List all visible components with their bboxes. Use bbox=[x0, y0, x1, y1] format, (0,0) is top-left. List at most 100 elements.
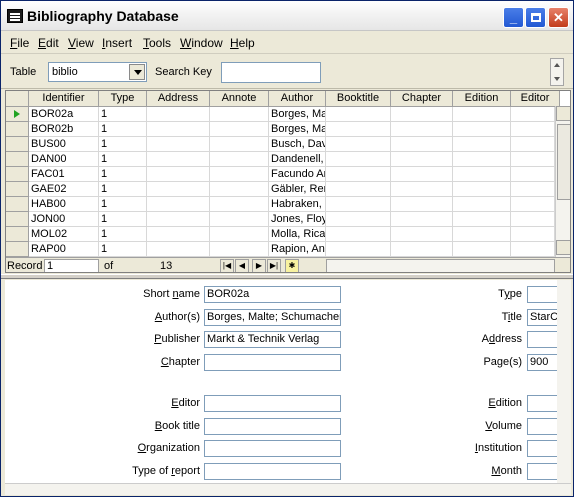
cell-author[interactable]: Habraken, bbox=[269, 197, 326, 212]
cell-chapter[interactable] bbox=[391, 137, 453, 152]
cell-identifier[interactable]: GAE02 bbox=[29, 182, 99, 197]
cell-author[interactable]: Dandenell, bbox=[269, 152, 326, 167]
cell-edition[interactable] bbox=[453, 122, 511, 137]
cell-address[interactable] bbox=[147, 227, 210, 242]
cell-editor[interactable] bbox=[511, 227, 555, 242]
field-left2-input-2[interactable] bbox=[204, 440, 341, 457]
cell-annote[interactable] bbox=[210, 242, 269, 257]
menu-edit[interactable]: Edit bbox=[38, 36, 59, 50]
cell-edition[interactable] bbox=[453, 167, 511, 182]
scroll-down-button[interactable] bbox=[556, 240, 570, 255]
cell-edition[interactable] bbox=[453, 197, 511, 212]
cell-chapter[interactable] bbox=[391, 242, 453, 257]
cell-editor[interactable] bbox=[511, 182, 555, 197]
cell-booktitle[interactable] bbox=[326, 227, 391, 242]
column-header-identifier[interactable]: Identifier bbox=[29, 91, 99, 107]
cell-type[interactable]: 1 bbox=[99, 242, 147, 257]
scroll-up-button[interactable] bbox=[556, 106, 570, 121]
grid-vertical-scrollbar[interactable] bbox=[555, 106, 570, 257]
field-left-input-1[interactable]: Borges, Malte; Schumacher, Jörg bbox=[204, 308, 341, 326]
table-select[interactable]: biblio bbox=[48, 62, 147, 82]
first-record-button[interactable]: |◀ bbox=[220, 259, 234, 272]
cell-edition[interactable] bbox=[453, 182, 511, 197]
cell-editor[interactable] bbox=[511, 167, 555, 182]
cell-address[interactable] bbox=[147, 122, 210, 137]
cell-identifier[interactable]: BUS00 bbox=[29, 137, 99, 152]
cell-type[interactable]: 1 bbox=[99, 167, 147, 182]
cell-chapter[interactable] bbox=[391, 122, 453, 137]
column-header-type[interactable]: Type bbox=[99, 91, 147, 107]
cell-annote[interactable] bbox=[210, 152, 269, 167]
cell-chapter[interactable] bbox=[391, 227, 453, 242]
cell-chapter[interactable] bbox=[391, 167, 453, 182]
cell-editor[interactable] bbox=[511, 197, 555, 212]
new-record-button[interactable]: ✱ bbox=[285, 259, 299, 272]
cell-type[interactable]: 1 bbox=[99, 152, 147, 167]
cell-editor[interactable] bbox=[511, 137, 555, 152]
cell-address[interactable] bbox=[147, 242, 210, 257]
cell-chapter[interactable] bbox=[391, 182, 453, 197]
cell-booktitle[interactable] bbox=[326, 167, 391, 182]
cell-address[interactable] bbox=[147, 152, 210, 167]
cell-author[interactable]: Busch, Dav bbox=[269, 137, 326, 152]
cell-annote[interactable] bbox=[210, 122, 269, 137]
menu-file[interactable]: File bbox=[10, 36, 29, 50]
cell-type[interactable]: 1 bbox=[99, 137, 147, 152]
cell-annote[interactable] bbox=[210, 227, 269, 242]
cell-chapter[interactable] bbox=[391, 197, 453, 212]
cell-editor[interactable] bbox=[511, 212, 555, 227]
cell-identifier[interactable]: RAP00 bbox=[29, 242, 99, 257]
cell-edition[interactable] bbox=[453, 242, 511, 257]
cell-annote[interactable] bbox=[210, 197, 269, 212]
cell-identifier[interactable]: BOR02a bbox=[29, 107, 99, 122]
cell-author[interactable]: Rapion, An bbox=[269, 242, 326, 257]
cell-edition[interactable] bbox=[453, 152, 511, 167]
cell-identifier[interactable]: HAB00 bbox=[29, 197, 99, 212]
row-selector[interactable] bbox=[6, 182, 29, 197]
cell-chapter[interactable] bbox=[391, 152, 453, 167]
cell-booktitle[interactable] bbox=[326, 107, 391, 122]
cell-identifier[interactable]: FAC01 bbox=[29, 167, 99, 182]
column-header-editor[interactable]: Editor bbox=[511, 91, 560, 107]
column-header-annote[interactable]: Annote bbox=[210, 91, 269, 107]
menu-help[interactable]: Help bbox=[230, 36, 255, 50]
cell-chapter[interactable] bbox=[391, 212, 453, 227]
cell-type[interactable]: 1 bbox=[99, 212, 147, 227]
cell-author[interactable]: Facundo Ar bbox=[269, 167, 326, 182]
column-header-edition[interactable]: Edition bbox=[453, 91, 511, 107]
cell-annote[interactable] bbox=[210, 212, 269, 227]
cell-edition[interactable] bbox=[453, 137, 511, 152]
cell-annote[interactable] bbox=[210, 167, 269, 182]
column-header-booktitle[interactable]: Booktitle bbox=[326, 91, 391, 107]
cell-editor[interactable] bbox=[511, 242, 555, 257]
row-selector[interactable] bbox=[6, 197, 29, 212]
last-record-button[interactable]: ▶| bbox=[267, 259, 281, 272]
minimize-button[interactable]: _ bbox=[503, 7, 524, 28]
cell-address[interactable] bbox=[147, 197, 210, 212]
field-left2-input-3[interactable] bbox=[204, 462, 341, 480]
column-header-address[interactable]: Address bbox=[147, 91, 210, 107]
field-left-input-3[interactable] bbox=[204, 353, 341, 371]
cell-identifier[interactable]: JON00 bbox=[29, 212, 99, 227]
grid-horizontal-scrollbar[interactable] bbox=[326, 259, 555, 272]
row-selector[interactable] bbox=[6, 122, 29, 137]
form-vertical-scrollbar[interactable] bbox=[557, 280, 571, 483]
cell-booktitle[interactable] bbox=[326, 122, 391, 137]
cell-booktitle[interactable] bbox=[326, 242, 391, 257]
cell-edition[interactable] bbox=[453, 227, 511, 242]
cell-booktitle[interactable] bbox=[326, 212, 391, 227]
cell-address[interactable] bbox=[147, 167, 210, 182]
cell-booktitle[interactable] bbox=[326, 197, 391, 212]
row-selector[interactable] bbox=[6, 167, 29, 182]
cell-chapter[interactable] bbox=[391, 107, 453, 122]
row-selector[interactable] bbox=[6, 107, 29, 122]
cell-type[interactable]: 1 bbox=[99, 197, 147, 212]
cell-address[interactable] bbox=[147, 137, 210, 152]
cell-address[interactable] bbox=[147, 212, 210, 227]
splitter[interactable] bbox=[1, 274, 573, 279]
cell-booktitle[interactable] bbox=[326, 182, 391, 197]
maximize-button[interactable] bbox=[525, 7, 546, 28]
record-number-input[interactable]: 1 bbox=[44, 259, 99, 272]
cell-type[interactable]: 1 bbox=[99, 107, 147, 122]
search-key-input[interactable] bbox=[221, 62, 321, 83]
